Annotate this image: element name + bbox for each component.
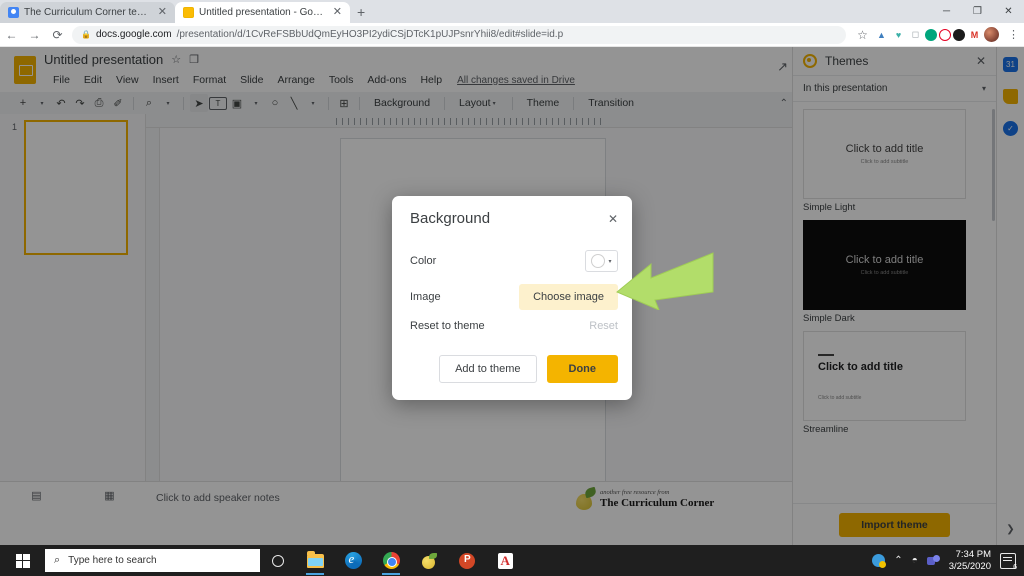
taskbar-clock[interactable]: 7:34 PM 3/25/2020 bbox=[949, 549, 991, 573]
notification-count: 6 bbox=[1013, 563, 1017, 571]
add-to-theme-button[interactable]: Add to theme bbox=[439, 355, 537, 383]
browser-tab-2[interactable]: Untitled presentation - Google S ✕ bbox=[175, 2, 350, 23]
forward-icon[interactable]: → bbox=[23, 23, 46, 47]
contact-card-icon bbox=[8, 7, 19, 18]
maximize-button[interactable]: ❐ bbox=[962, 0, 993, 23]
pinterest-icon[interactable] bbox=[939, 28, 951, 41]
extension-icon-2[interactable]: ♥ bbox=[891, 27, 906, 42]
extension-icon-3[interactable]: ◻ bbox=[908, 27, 923, 42]
dialog-actions: Add to theme Done bbox=[410, 355, 618, 383]
color-swatch-button[interactable]: ▾ bbox=[585, 250, 618, 272]
search-icon: ⌕ bbox=[54, 554, 61, 566]
profile-avatar[interactable] bbox=[984, 27, 999, 42]
browser-tabstrip: The Curriculum Corner teachers ✕ Untitle… bbox=[0, 0, 372, 23]
extensions-strip: ▲ ♥ ◻ M bbox=[874, 27, 1003, 42]
reset-button[interactable]: Reset bbox=[589, 320, 618, 332]
browser-tab-1[interactable]: The Curriculum Corner teachers ✕ bbox=[0, 2, 175, 23]
color-swatch bbox=[591, 254, 606, 268]
screen-root: The Curriculum Corner teachers ✕ Untitle… bbox=[0, 0, 1024, 576]
notification-center-button[interactable]: 6 bbox=[1000, 552, 1017, 571]
green-left-arrow bbox=[616, 252, 714, 310]
new-tab-button[interactable]: + bbox=[350, 2, 372, 23]
start-button[interactable] bbox=[0, 545, 45, 576]
url-path: /presentation/d/1CvReFSBbUdQmEyHO3PI2ydi… bbox=[176, 29, 564, 40]
window-controls: ─ ❐ ✕ bbox=[931, 0, 1024, 23]
background-color-row: Color ▾ bbox=[410, 250, 618, 272]
edge-icon bbox=[344, 551, 362, 569]
extension-icon-1[interactable]: ▲ bbox=[874, 27, 889, 42]
security-shield-icon[interactable] bbox=[872, 554, 887, 568]
browser-titlebar: The Curriculum Corner teachers ✕ Untitle… bbox=[0, 0, 1024, 23]
bookmark-star-icon[interactable]: ☆ bbox=[851, 23, 874, 47]
search-placeholder: Type here to search bbox=[68, 555, 157, 566]
background-dialog: Background ✕ Color ▾ Image Choose image … bbox=[392, 196, 632, 400]
window-close-button[interactable]: ✕ bbox=[993, 0, 1024, 23]
cortana-icon bbox=[272, 554, 284, 567]
teams-icon[interactable] bbox=[926, 554, 940, 567]
close-icon[interactable]: ✕ bbox=[331, 7, 344, 18]
windows-logo-icon bbox=[15, 553, 30, 568]
lemon-icon bbox=[421, 552, 437, 569]
chevron-up-icon[interactable]: ⌃ bbox=[894, 555, 902, 566]
padlock-icon: 🔒 bbox=[81, 30, 91, 39]
close-icon[interactable]: ✕ bbox=[608, 212, 618, 226]
color-label: Color bbox=[410, 255, 437, 267]
taskbar-file-explorer[interactable] bbox=[296, 545, 334, 576]
taskbar-lemon-app[interactable] bbox=[410, 545, 448, 576]
taskbar-microsoft-edge[interactable] bbox=[334, 545, 372, 576]
dialog-title: Background bbox=[410, 210, 491, 227]
wifi-icon[interactable]: ◓ bbox=[912, 555, 918, 566]
taskbar-powerpoint[interactable] bbox=[448, 545, 486, 576]
gmail-icon[interactable]: M bbox=[967, 27, 982, 42]
image-label: Image bbox=[410, 291, 441, 303]
google-slides-icon bbox=[183, 7, 194, 18]
close-icon[interactable]: ✕ bbox=[156, 7, 169, 18]
chrome-icon bbox=[382, 552, 400, 569]
windows-taskbar: ⌕ Type here to search ⌃ ◓ 7:34 PM 3/25/2… bbox=[0, 545, 1024, 576]
background-image-row: Image Choose image bbox=[410, 284, 618, 310]
reset-to-theme-label: Reset to theme bbox=[410, 320, 485, 332]
extension-icon-4[interactable] bbox=[925, 28, 937, 41]
minimize-button[interactable]: ─ bbox=[931, 0, 962, 23]
powerpoint-icon bbox=[459, 552, 475, 569]
cortana-button[interactable] bbox=[260, 554, 296, 567]
extension-icon-6[interactable] bbox=[953, 28, 965, 41]
clock-time: 7:34 PM bbox=[955, 548, 991, 560]
address-bar[interactable]: 🔒 docs.google.com/presentation/d/1CvReFS… bbox=[72, 25, 846, 44]
system-tray: ⌃ ◓ 7:34 PM 3/25/2020 6 bbox=[872, 549, 1024, 573]
browser-tab-1-title: The Curriculum Corner teachers bbox=[24, 7, 151, 18]
taskbar-search-box[interactable]: ⌕ Type here to search bbox=[45, 549, 260, 572]
file-explorer-icon bbox=[306, 550, 324, 568]
taskbar-adobe-acrobat[interactable] bbox=[486, 545, 524, 576]
taskbar-google-chrome[interactable] bbox=[372, 545, 410, 576]
back-icon[interactable]: ← bbox=[0, 23, 23, 47]
taskbar-apps bbox=[296, 545, 524, 576]
acrobat-icon bbox=[497, 552, 513, 569]
reload-icon[interactable]: ⟳ bbox=[46, 23, 69, 47]
browser-tab-2-title: Untitled presentation - Google S bbox=[199, 7, 326, 18]
browser-menu-icon[interactable]: ⋮ bbox=[1003, 28, 1024, 41]
reset-to-theme-row: Reset to theme Reset bbox=[410, 320, 618, 332]
done-button[interactable]: Done bbox=[546, 355, 618, 383]
chevron-down-icon: ▾ bbox=[608, 258, 612, 265]
clock-date: 3/25/2020 bbox=[948, 560, 991, 572]
url-host: docs.google.com bbox=[95, 29, 172, 40]
browser-toolbar: ← → ⟳ 🔒 docs.google.com/presentation/d/1… bbox=[0, 23, 1024, 47]
choose-image-button[interactable]: Choose image bbox=[519, 284, 618, 310]
